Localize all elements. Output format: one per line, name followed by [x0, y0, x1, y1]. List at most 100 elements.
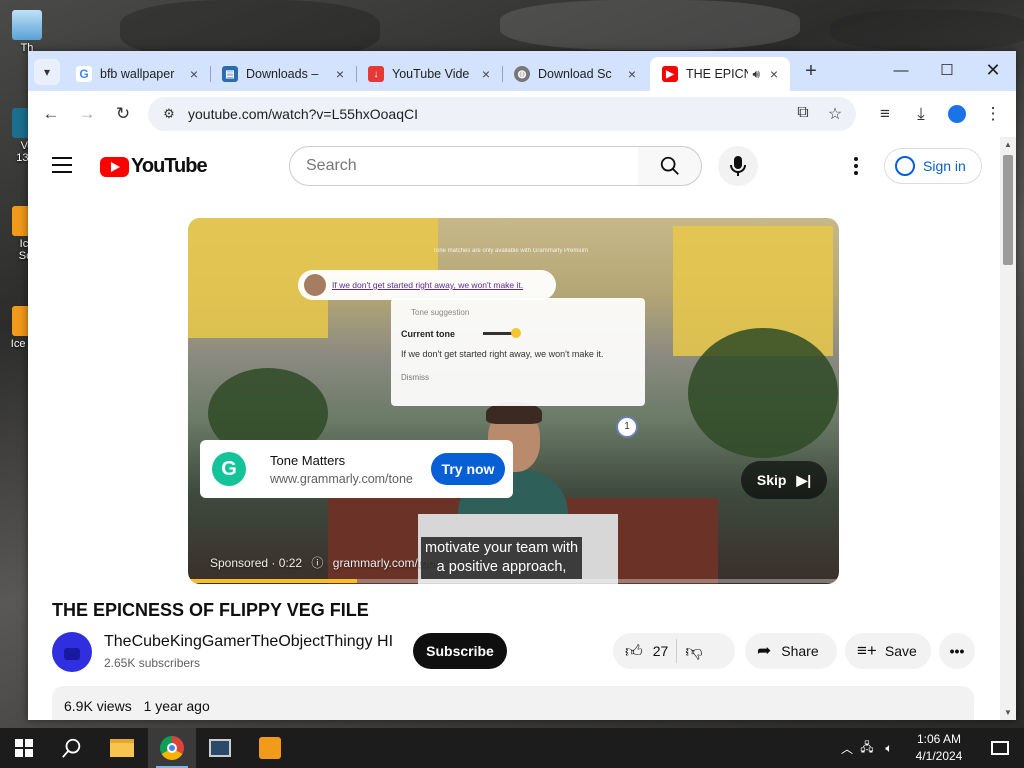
microphone-icon	[730, 156, 746, 176]
search-input[interactable]: Search	[289, 146, 639, 186]
search-button[interactable]	[638, 146, 702, 186]
site-info-icon[interactable]: ⚙︎	[154, 106, 184, 122]
arrow-right-icon: →	[78, 104, 96, 123]
youtube-header: YouTube Search Sign in	[28, 137, 1000, 195]
icecream-icon	[259, 737, 281, 759]
tab-the-epicness[interactable]: ▶ THE EPICN 🔊︎ ×	[650, 57, 790, 91]
chevron-up-icon[interactable]: ︿	[838, 740, 856, 757]
description-box[interactable]: 6.9K views 1 year ago	[52, 686, 974, 720]
install-app-icon[interactable]: ⧉	[792, 104, 814, 124]
chrome-taskbar-button[interactable]	[148, 728, 196, 768]
channel-avatar[interactable]	[52, 632, 92, 672]
profile-button[interactable]	[942, 99, 972, 129]
settings-more-icon[interactable]	[844, 154, 868, 178]
notifications-button[interactable]	[976, 728, 1024, 768]
tab-title: YouTube Vide	[392, 67, 470, 81]
sign-in-button[interactable]: Sign in	[884, 148, 982, 184]
start-button[interactable]	[0, 728, 48, 768]
reload-button[interactable]: ↻	[108, 99, 138, 129]
tone-suggestion-card: Tone suggestion Current tone If we don't…	[391, 298, 645, 406]
scroll-up-icon[interactable]: ▲	[1004, 140, 1012, 149]
windows-logo-icon	[15, 739, 33, 757]
google-icon: G	[76, 66, 92, 82]
scrollbar-thumb[interactable]	[1003, 155, 1013, 265]
clock-time: 1:06 AM	[916, 732, 962, 746]
downloads-button[interactable]: ⤓	[906, 99, 936, 129]
tab-title: Downloads –	[246, 67, 319, 81]
video-player[interactable]: Tone matches are only available with Gra…	[188, 218, 839, 584]
caption-line: a positive approach,	[436, 559, 567, 575]
desktop-icon-this-pc[interactable]: Th	[10, 10, 44, 54]
tab-search-dropdown[interactable]: ▾	[34, 59, 60, 85]
share-button[interactable]: ➦ Share	[745, 633, 837, 669]
media-control-button[interactable]: ≡	[870, 99, 900, 129]
page-scrollbar[interactable]: ▲ ▼	[1000, 137, 1016, 720]
reload-icon: ↻	[115, 104, 131, 123]
close-window-button[interactable]: ✕	[970, 51, 1016, 89]
skip-ad-button[interactable]: Skip ▶|	[741, 461, 827, 499]
new-tab-button[interactable]: +	[800, 61, 822, 83]
sign-in-label: Sign in	[923, 158, 966, 174]
ad-url[interactable]: www.grammarly.com/tone	[270, 472, 413, 486]
video-editor-taskbar-button[interactable]	[196, 728, 244, 768]
more-actions-button[interactable]: •••	[939, 633, 975, 669]
tab-download-sc[interactable]: ◍ Download Sc ×	[502, 57, 648, 91]
tab-downloads[interactable]: ▤ Downloads – ×	[210, 57, 357, 91]
downloads-icon: ▤	[222, 66, 238, 82]
ad-progress-bar[interactable]	[188, 579, 839, 583]
search-placeholder: Search	[306, 157, 357, 174]
bubble-text: If we don't get started right away, we w…	[332, 280, 524, 290]
playlist-add-icon: ≡+	[857, 641, 877, 660]
tab-youtube-video-downloader[interactable]: ↓ YouTube Vide ×	[356, 57, 503, 91]
save-button[interactable]: ≡+ Save	[845, 633, 931, 669]
youtube-wordmark: YouTube	[131, 155, 208, 177]
file-explorer-button[interactable]	[98, 728, 146, 768]
menu-hamburger-icon[interactable]	[52, 157, 72, 178]
bookmark-star-icon[interactable]: ☆	[824, 104, 846, 124]
windows-taskbar: ︿ 🖧 🔈︎ 1:06 AM 4/1/2024	[0, 728, 1024, 768]
channel-name[interactable]: TheCubeKingGamerTheObjectThingy HI	[104, 633, 396, 651]
close-tab-icon[interactable]: ×	[332, 66, 348, 82]
close-tab-icon[interactable]: ×	[766, 66, 782, 82]
minimize-button[interactable]: —	[878, 51, 924, 89]
scroll-down-icon[interactable]: ▼	[1004, 708, 1012, 717]
thumb-up-icon[interactable]: 👍︎	[625, 641, 643, 662]
search-icon	[660, 156, 679, 175]
taskbar-clock[interactable]: 1:06 AM 4/1/2024	[908, 731, 970, 765]
url-text[interactable]: youtube.com/watch?v=L55hxOoaqCI	[188, 106, 418, 122]
close-tab-icon[interactable]: ×	[186, 66, 202, 82]
voice-search-button[interactable]	[718, 146, 758, 186]
film-icon	[209, 739, 231, 757]
download-red-icon: ↓	[368, 66, 384, 82]
address-bar[interactable]: ⚙︎ youtube.com/watch?v=L55hxOoaqCI ⧉ ☆	[148, 97, 856, 131]
forward-button[interactable]: →	[72, 99, 102, 129]
icecream-taskbar-button[interactable]	[246, 728, 294, 768]
back-button[interactable]: ←	[36, 99, 66, 129]
chrome-menu-button[interactable]: ⋮	[978, 99, 1008, 129]
arrow-left-icon: ←	[42, 104, 60, 123]
try-now-button[interactable]: Try now	[431, 453, 505, 485]
volume-muted-icon[interactable]: 🔈︎	[878, 741, 900, 756]
subscribe-button[interactable]: Subscribe	[413, 633, 507, 669]
ad-overlay-card[interactable]: G Tone Matters www.grammarly.com/tone Tr…	[200, 440, 513, 498]
thumb-down-icon[interactable]: 👎︎	[685, 641, 702, 662]
close-tab-icon[interactable]: ×	[478, 66, 494, 82]
tone-text: If we don't get started right away, we w…	[401, 349, 604, 359]
like-count[interactable]: 27	[653, 643, 669, 659]
search-taskbar-button[interactable]	[48, 728, 96, 768]
tone-header: Tone suggestion	[411, 308, 470, 317]
info-icon[interactable]: ⓘ	[311, 556, 323, 570]
skip-label: Skip	[756, 472, 787, 488]
youtube-logo[interactable]: YouTube	[100, 155, 208, 178]
suggestion-bubble: If we don't get started right away, we w…	[298, 270, 556, 300]
tab-title: bfb wallpaper	[100, 67, 175, 81]
network-icon[interactable]: 🖧	[856, 738, 878, 759]
speaker-icon[interactable]: 🔊︎	[752, 67, 760, 82]
save-label: Save	[884, 643, 917, 659]
avatar	[304, 274, 326, 296]
close-tab-icon[interactable]: ×	[624, 66, 640, 82]
maximize-button[interactable]: ☐	[924, 51, 970, 89]
tab-bfb-wallpaper[interactable]: G bfb wallpaper ×	[64, 57, 211, 91]
notification-icon	[991, 741, 1009, 755]
ad-title: Tone Matters	[270, 452, 346, 468]
